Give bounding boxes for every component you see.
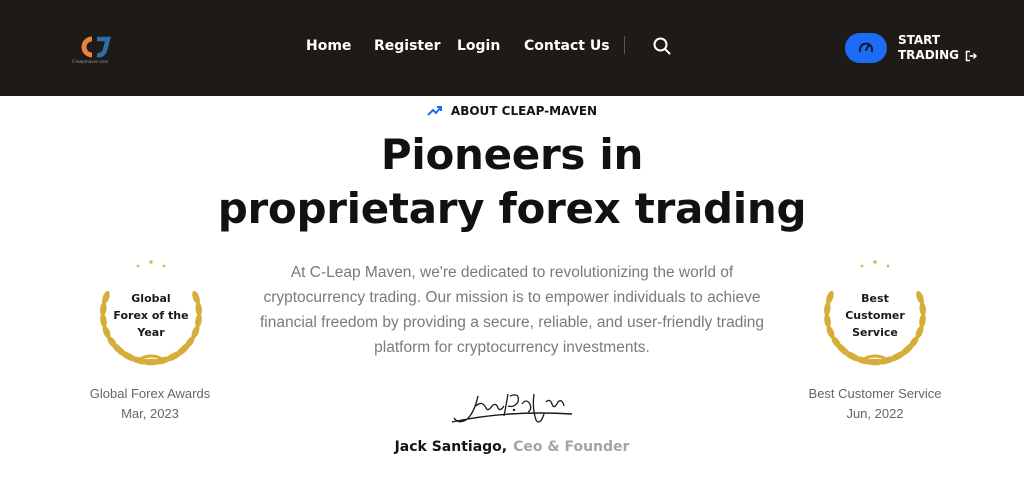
award-badge-global-forex: Global Forex of the Year	[86, 256, 216, 368]
nav-contact-us[interactable]: Contact Us	[524, 38, 610, 54]
headline-line1: Pioneers in	[380, 130, 644, 179]
trend-up-icon	[427, 106, 442, 116]
award-title-line: Year	[137, 326, 165, 339]
founder-role: Ceo & Founder	[513, 439, 630, 455]
search-button[interactable]	[652, 36, 672, 56]
founder-signature	[451, 393, 573, 423]
star-icon	[872, 259, 878, 265]
award-title-line: Customer	[845, 309, 905, 322]
award-title-line: Best	[861, 292, 889, 305]
headline-line2: proprietary forex trading	[217, 184, 807, 233]
award-caption-date: Jun, 2022	[846, 406, 904, 421]
award-badge-best-customer-service: Best Customer Service	[810, 256, 940, 368]
eyebrow-label: ABOUT CLEAP-MAVEN	[450, 104, 598, 118]
award-caption-global-forex: Global Forex Awards Mar, 2023	[55, 384, 245, 424]
award-title: Best Customer Service	[832, 290, 918, 341]
intro-paragraph: At C-Leap Maven, we're dedicated to revo…	[259, 264, 765, 356]
nav-login[interactable]: Login	[457, 38, 500, 54]
award-caption-date: Mar, 2023	[121, 406, 179, 421]
star-icon	[148, 259, 154, 265]
speedometer-icon	[859, 42, 873, 53]
start-trading-label-line1: START	[898, 33, 941, 47]
site-header: C-leapmaven.com Home Register Login Cont…	[0, 0, 1024, 96]
award-title-line: Forex of the	[113, 309, 189, 322]
sign-out-icon	[965, 50, 978, 61]
founder-name: Jack Santiago,	[394, 439, 508, 455]
star-icon	[162, 264, 166, 268]
star-icon	[886, 264, 890, 268]
award-title-line: Service	[852, 326, 898, 339]
award-title: Global Forex of the Year	[108, 290, 194, 341]
founder-credit: Jack Santiago, Ceo & Founder	[0, 439, 1024, 455]
section-eyebrow: ABOUT CLEAP-MAVEN	[0, 104, 1024, 118]
award-title-line: Global	[131, 292, 171, 305]
search-icon	[653, 37, 671, 55]
start-trading-button[interactable]: START TRADING	[898, 33, 978, 63]
page-title: Pioneers in proprietary forex trading	[0, 128, 1024, 236]
star-icon	[860, 264, 864, 268]
star-icon	[136, 264, 140, 268]
nav-register[interactable]: Register	[374, 38, 441, 54]
award-caption-name: Best Customer Service	[808, 386, 942, 401]
logo-caption: C-leapmaven.com	[72, 59, 109, 64]
dashboard-button[interactable]	[845, 33, 887, 63]
cj-logo-icon	[81, 36, 111, 58]
award-caption-name: Global Forex Awards	[89, 386, 211, 401]
nav-home[interactable]: Home	[306, 38, 351, 54]
award-caption-best-customer-service: Best Customer Service Jun, 2022	[780, 384, 970, 424]
start-trading-label-line2: TRADING	[898, 48, 960, 62]
nav-divider	[624, 36, 625, 54]
logo[interactable]: C-leapmaven.com	[72, 36, 128, 68]
